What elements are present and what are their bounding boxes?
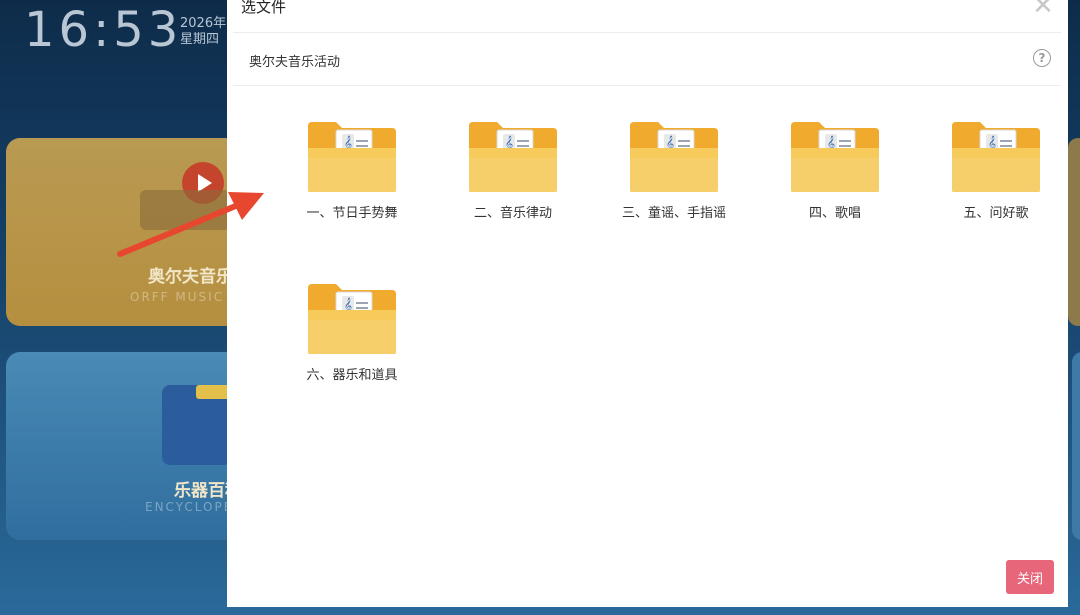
current-path: 奥尔夫音乐活动 xyxy=(249,55,341,70)
music-folder-icon: 𝄞 xyxy=(760,118,910,194)
folder-item[interactable]: 𝄞 四、歌唱 xyxy=(760,118,910,238)
date-year: 2026年 xyxy=(180,16,227,31)
orff-card-subtitle: ORFF MUSIC xyxy=(130,290,225,304)
path-bar: 奥尔夫音乐活动 ? xyxy=(233,32,1061,86)
folder-label: 四、歌唱 xyxy=(808,206,861,221)
folder-item[interactable]: 𝄞 三、童谣、手指谣 xyxy=(599,118,749,238)
music-folder-icon: 𝄞 xyxy=(277,280,427,356)
music-folder-icon: 𝄞 xyxy=(921,118,1071,194)
right-card-2[interactable] xyxy=(1072,352,1080,540)
dialog-title: 选文件 xyxy=(241,0,287,16)
folder-item[interactable]: 𝄞 六、器乐和道具 xyxy=(277,280,427,400)
folder-item[interactable]: 𝄞 一、节日手势舞 xyxy=(277,118,427,238)
clock: 16:53 xyxy=(24,2,183,58)
close-button[interactable]: 关闭 xyxy=(1006,560,1054,594)
folder-label: 二、音乐律动 xyxy=(473,206,552,221)
folder-label: 三、童谣、手指谣 xyxy=(621,206,726,221)
folder-label: 一、节日手势舞 xyxy=(306,206,398,221)
orff-card-title: 奥尔夫音乐 xyxy=(148,267,233,287)
folder-item[interactable]: 𝄞 二、音乐律动 xyxy=(438,118,588,238)
question-circle-icon[interactable]: ? xyxy=(1033,49,1051,67)
close-x-icon[interactable]: ✕ xyxy=(1031,0,1055,19)
music-folder-icon: 𝄞 xyxy=(277,118,427,194)
folder-item[interactable]: 𝄞 五、问好歌 xyxy=(921,118,1071,238)
date-weekday: 星期四 xyxy=(180,32,220,47)
folder-label: 五、问好歌 xyxy=(963,206,1029,221)
folder-label: 六、器乐和道具 xyxy=(306,368,398,383)
music-folder-icon: 𝄞 xyxy=(438,118,588,194)
book-illustration xyxy=(140,190,230,230)
music-folder-icon: 𝄞 xyxy=(599,118,749,194)
file-select-dialog: 选文件 ✕ 奥尔夫音乐活动 ? 𝄞 一、节日手势舞 𝄞 二、音乐律动 𝄞 三、童… xyxy=(227,0,1068,607)
date-block: 2026年 星期四 xyxy=(180,16,226,48)
